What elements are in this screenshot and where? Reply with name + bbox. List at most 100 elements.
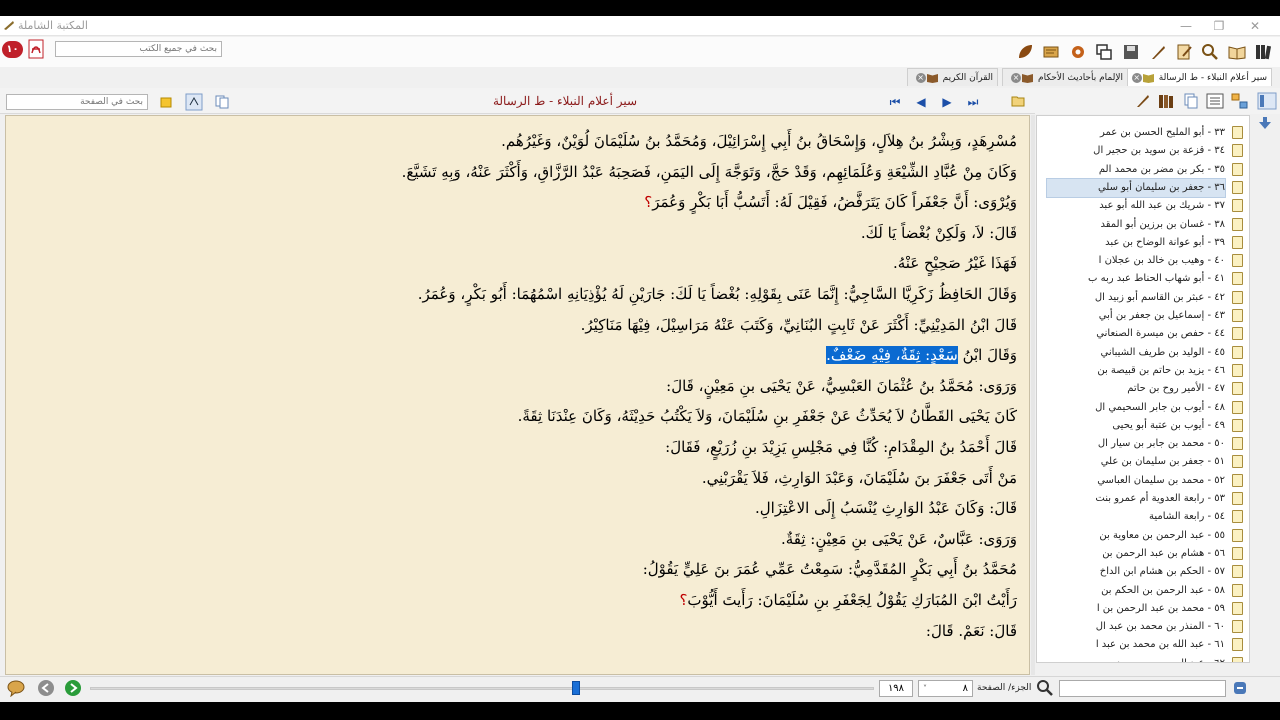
next-page-icon[interactable]: ▶ [940,95,954,109]
tree-item[interactable]: ٤٤ - حفص بن ميسرة الصنعاني [1047,325,1225,343]
tree-item[interactable]: ٤١ - أبو شهاب الحناط عبد ربه ب [1047,270,1225,288]
previous-page-icon[interactable]: ◀ [914,95,928,109]
global-search-input[interactable] [55,41,222,57]
text-line: فَهَذَا غَيْرُ صَحِيْحٍ عَنْهُ. [893,248,1017,278]
panel-icon[interactable] [1257,92,1277,110]
close-tab-icon[interactable]: × [915,72,926,83]
page-search-input[interactable] [6,94,148,110]
page-number-field[interactable]: ١٩٨ [879,680,913,697]
folder-icon[interactable] [1011,94,1025,108]
tree-item[interactable]: ٤٧ - الأمير روح بن حاتم [1047,380,1225,398]
leaf-icon[interactable] [1014,41,1036,63]
tree-item[interactable]: ٣٨ - غسان بن برزين أبو المقد [1047,216,1225,234]
tree-item[interactable]: ٥٩ - محمد بن عبد الرحمن بن ا [1047,600,1225,618]
tree-item[interactable]: ٤٦ - يزيد بن حاتم بن قبيصة بن [1047,362,1225,380]
page-icon [1232,492,1243,505]
tree-item[interactable]: ٦١ - عبد الله بن محمد بن عبد ا [1047,636,1225,654]
text-line: قَالَ أَحْمَدُ بنُ المِقْدَامِ: كُنَّا ف… [665,432,1017,462]
tree-item[interactable]: ٦٢ - عبد الرحمن بن محمد بن [1047,655,1225,662]
text-line: وَيُرْوَى: أَنَّ جَعْفَراً كَانَ يَتَرَف… [644,187,1017,217]
edit-icon[interactable] [1173,41,1195,63]
open-books-count-badge[interactable]: ١٠ [2,41,23,58]
tree-item[interactable]: ٣٣ - أبو المليح الحسن بن عمر [1047,124,1225,142]
search-icon[interactable] [1199,41,1221,63]
page-slider-thumb[interactable] [572,681,580,695]
tab-label: القرآن الكريم [942,72,993,83]
text-span: مُسْرِهَدٍ، وَبِشْرُ بنُ هِلاَلٍ، وَإِسْ… [501,132,1017,150]
page-icon [1232,162,1243,176]
tree-item[interactable]: ٤٩ - أيوب بن عتبة أبو يحيى [1047,417,1225,435]
tree-item[interactable]: ٥٨ - عبد الرحمن بن الحكم بن [1047,582,1225,600]
tree-item[interactable]: ٣٧ - شريك بن عبد الله أبو عبد [1047,197,1225,215]
tree-item[interactable]: ٤٨ - أيوب بن جابر السحيمي ال [1047,399,1225,417]
tree-item[interactable]: ٤٢ - عبثر بن القاسم أبو زبيد ال [1047,289,1225,307]
window-title: المكتبة الشاملة [18,19,88,32]
pane-splitter[interactable] [1031,115,1035,675]
search-icon[interactable] [1036,679,1054,697]
tab-ilmam[interactable]: الإلمام بأحاديث الأحكام × [1002,68,1128,86]
text-line: وَكَانَ مِنْ عُبَّادِ الشِّيْعَةِ وَعُلَ… [402,157,1017,187]
tree-item[interactable]: ٣٥ - بكر بن مضر بن محمد الم [1047,161,1225,179]
tree-item[interactable]: ٥٦ - هشام بن عبد الرحمن بن [1047,545,1225,563]
first-page-icon[interactable]: ⏮ [888,95,902,109]
copy-icon[interactable] [215,95,230,109]
text-line: كَانَ يَحْيَى القَطَّانُ لاَ يُحَدِّثُ ع… [518,401,1017,431]
close-tab-icon[interactable]: × [1011,72,1021,83]
tree-item[interactable]: ٤٣ - إسماعيل بن جعفر بن أبي [1047,307,1225,325]
tree-item[interactable]: ٥٥ - عبد الرحمن بن معاوية بن [1047,527,1225,545]
book-text-pane[interactable]: مُسْرِهَدٍ، وَبِشْرُ بنُ هِلاَلٍ، وَإِسْ… [5,115,1030,675]
tree-item[interactable]: ٦٠ - المنذر بن محمد بن عبد ال [1047,618,1225,636]
table-of-contents-icon[interactable] [1206,93,1224,109]
tab-siyar[interactable]: سير أعلام النبلاء - ط الرسالة × [1122,68,1272,86]
forward-icon[interactable] [65,680,81,696]
open-book-icon[interactable] [1226,41,1248,63]
text-span: وَقَالَ الحَافِظُ زَكَرِيَّا السَّاجِيُّ… [417,285,1017,303]
comment-icon[interactable] [7,679,25,697]
quill-icon[interactable] [1147,41,1169,63]
close-tab-icon[interactable]: × [1131,72,1142,83]
restore-button[interactable]: ❐ [1204,17,1234,35]
page-icon [1232,290,1243,304]
windows-icon[interactable] [1093,41,1115,63]
pdf-icon[interactable] [26,39,46,59]
quill-icon[interactable] [1135,93,1151,109]
tree-item[interactable]: ٥٤ - رابعة الشامية [1047,508,1225,526]
tree-item[interactable]: ٥٧ - الحكم بن هشام ابن الداخ [1047,563,1225,581]
library-icon[interactable] [1158,93,1176,109]
note-icon[interactable] [159,95,173,109]
gear-icon[interactable] [1067,41,1089,63]
text-span: وَيُرْوَى: أَنَّ جَعْفَراً كَانَ يَتَرَف… [652,193,1017,212]
tree-search-input[interactable] [1059,680,1226,697]
page-icon [1232,254,1243,268]
tab-quran[interactable]: القرآن الكريم × [906,68,998,86]
library-icon[interactable] [1253,41,1275,63]
part-select[interactable]: ٨ ˅ [918,680,973,697]
book-title: سير أعلام النبلاء - ط الرسالة [492,94,638,108]
page-icon [1232,272,1243,286]
tree-item[interactable]: ٣٩ - أبو عوانة الوضاح بن عبد [1047,234,1225,252]
tree-item[interactable]: ٤٥ - الوليد بن طريف الشيباني [1047,344,1225,362]
tree-item[interactable]: ٥٠ - محمد بن جابر بن سيار ال [1047,435,1225,453]
text-span: قَالَ أَحْمَدُ بنُ المِقْدَامِ: كُنَّا ف… [665,438,1017,456]
text-direction-icon[interactable] [185,93,203,111]
tree-item[interactable]: ٥٣ - رابعة العدوية أم عمرو بنت [1047,490,1225,508]
page-icon [1232,126,1243,139]
tree-item[interactable]: ٣٤ - قزعة بن سويد بن حجير ال [1047,142,1225,160]
red-mark: ؟ [644,193,653,212]
minimize-button[interactable]: — [1171,17,1201,35]
back-icon[interactable] [38,680,54,696]
tree-icon[interactable] [1231,93,1249,109]
save-icon[interactable] [1120,41,1142,63]
copy-icon[interactable] [1184,93,1198,109]
text-line: وَرَوَى: مُحَمَّدُ بنُ عُثْمَانَ العَبْس… [666,371,1017,401]
tree-item[interactable]: ٥٢ - محمد بن سليمان العباسي [1047,472,1225,490]
tree-item[interactable]: ٥١ - جعفر بن سليمان بن علي [1047,453,1225,471]
tree-item[interactable]: ٤٠ - وهيب بن خالد بن عجلان ا [1047,252,1225,270]
options-icon[interactable] [1233,681,1247,695]
scroll-icon[interactable] [1040,41,1062,63]
last-page-icon[interactable]: ⏭ [966,95,980,109]
close-button[interactable]: ✕ [1240,17,1270,35]
page-slider-track[interactable] [90,687,874,690]
tree-item[interactable]: ٣٦ - جعفر بن سليمان أبو سلي [1046,177,1226,198]
arrow-down-icon[interactable] [1257,115,1273,131]
